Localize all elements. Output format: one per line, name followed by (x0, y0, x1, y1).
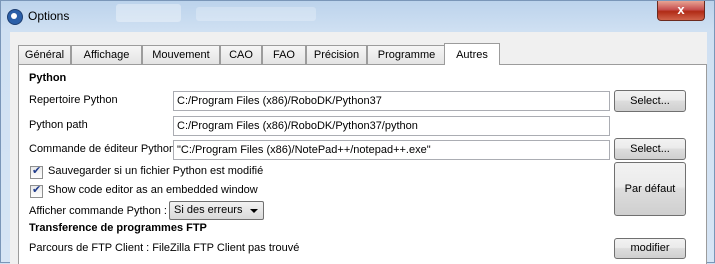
python-editor-select-button[interactable]: Select... (614, 138, 686, 160)
show-python-command-value: Si des erreurs (174, 204, 243, 216)
python-path-label: Python path (29, 119, 88, 131)
window-title: Options (28, 9, 70, 23)
chevron-down-icon (250, 209, 258, 213)
tab-fao[interactable]: FAO (262, 45, 306, 64)
options-window: Options x Général Affichage Mouvement CA… (0, 0, 715, 264)
default-button[interactable]: Par défaut (614, 162, 686, 216)
ftp-section-title: Transference de programmes FTP (29, 222, 207, 234)
embedded-editor-checkbox[interactable] (30, 183, 43, 198)
dialog-client-area: Général Affichage Mouvement CAO FAO Préc… (10, 32, 707, 264)
python-directory-select-button[interactable]: Select... (614, 90, 686, 112)
tab-panel-autres: Python Repertoire Python C:/Program File… (18, 64, 707, 264)
tab-programme[interactable]: Programme (367, 45, 446, 64)
tab-affichage[interactable]: Affichage (71, 45, 142, 64)
blurred-title-region (116, 4, 181, 22)
save-python-label: Sauvegarder si un fichier Python est mod… (48, 165, 264, 177)
title-bar: Options x (1, 1, 714, 32)
show-python-command-label: Afficher commande Python : (29, 205, 167, 217)
python-section-title: Python (29, 72, 67, 84)
python-directory-field[interactable]: C:/Program Files (x86)/RoboDK/Python37 (173, 91, 610, 111)
tab-cao[interactable]: CAO (220, 45, 262, 64)
python-path-field[interactable]: C:/Program Files (x86)/RoboDK/Python37/p… (173, 116, 610, 136)
tab-autres[interactable]: Autres (444, 43, 500, 65)
show-python-command-dropdown[interactable]: Si des erreurs (169, 201, 264, 220)
tab-precision[interactable]: Précision (306, 45, 367, 64)
tab-general[interactable]: Général (18, 45, 71, 64)
embedded-editor-label: Show code editor as an embedded window (48, 184, 258, 196)
python-directory-label: Repertoire Python (29, 94, 118, 106)
ftp-modify-button[interactable]: modifier (614, 238, 686, 259)
close-button[interactable]: x (657, 1, 705, 21)
robodk-app-icon (7, 9, 23, 25)
blurred-title-region-2 (196, 7, 316, 21)
tab-mouvement[interactable]: Mouvement (142, 45, 220, 64)
ftp-client-path-label: Parcours de FTP Client : FileZilla FTP C… (29, 242, 300, 254)
python-editor-label: Commande de éditeur Python (29, 143, 176, 155)
save-python-checkbox[interactable] (30, 164, 43, 179)
python-editor-field[interactable]: "C:/Program Files (x86)/NotePad++/notepa… (173, 140, 610, 160)
